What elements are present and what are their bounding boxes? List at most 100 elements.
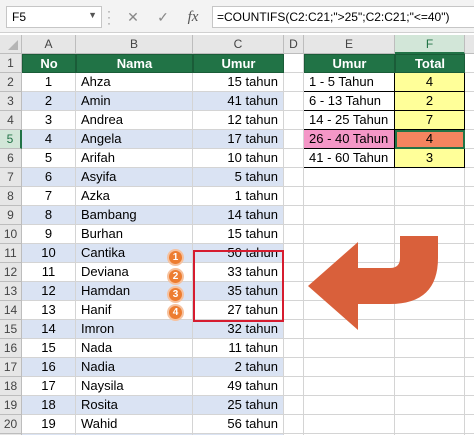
row-header-5[interactable]: 5 xyxy=(0,130,22,149)
cell-empty[interactable] xyxy=(284,168,304,187)
row-header-10[interactable]: 10 xyxy=(0,225,22,244)
header-umur[interactable]: Umur xyxy=(193,54,284,73)
cell-umur[interactable]: 11 tahun xyxy=(193,339,284,358)
cell-no[interactable]: 16 xyxy=(22,358,76,377)
column-header-a[interactable]: A xyxy=(22,35,76,54)
cell-no[interactable]: 18 xyxy=(22,396,76,415)
cell-empty[interactable] xyxy=(465,149,474,168)
cell-empty[interactable] xyxy=(465,130,474,149)
cell-nama[interactable]: Wahid xyxy=(76,415,193,434)
formula-input[interactable]: =COUNTIFS(C2:C21;">25";C2:C21;"<=40") xyxy=(212,6,474,28)
summary-cell-total[interactable]: 4 xyxy=(395,130,465,149)
summary-cell-range[interactable]: 6 - 13 Tahun xyxy=(304,92,395,111)
cell-empty[interactable] xyxy=(395,358,465,377)
cell-empty[interactable] xyxy=(465,320,474,339)
row-header-6[interactable]: 6 xyxy=(0,149,22,168)
cell-no[interactable]: 3 xyxy=(22,111,76,130)
row-header-17[interactable]: 17 xyxy=(0,358,22,377)
cell-empty[interactable] xyxy=(284,206,304,225)
column-header-g-partial[interactable] xyxy=(465,35,474,54)
cell-no[interactable]: 6 xyxy=(22,168,76,187)
row-header-13[interactable]: 13 xyxy=(0,282,22,301)
summary-cell-total[interactable]: 4 xyxy=(395,73,465,92)
chevron-down-icon[interactable]: ▼ xyxy=(88,10,97,20)
cell-empty[interactable] xyxy=(304,377,395,396)
cell-no[interactable]: 19 xyxy=(22,415,76,434)
cell-empty[interactable] xyxy=(465,301,474,320)
cell-empty[interactable] xyxy=(465,244,474,263)
cell-empty[interactable] xyxy=(284,415,304,434)
cell-nama[interactable]: Naysila xyxy=(76,377,193,396)
column-header-e[interactable]: E xyxy=(304,35,395,54)
cell-empty[interactable] xyxy=(395,415,465,434)
cell-empty[interactable] xyxy=(304,339,395,358)
row-header-9[interactable]: 9 xyxy=(0,206,22,225)
summary-cell-range[interactable]: 1 - 5 Tahun xyxy=(304,73,395,92)
fx-icon[interactable]: fx xyxy=(182,6,204,28)
row-header-11[interactable]: 11 xyxy=(0,244,22,263)
summary-header-umur[interactable]: Umur xyxy=(304,54,395,73)
cell-nama[interactable]: Asyifa xyxy=(76,168,193,187)
cell-empty[interactable] xyxy=(465,396,474,415)
cell-umur[interactable]: 12 tahun xyxy=(193,111,284,130)
cell-no[interactable]: 12 xyxy=(22,282,76,301)
cell-umur[interactable]: 15 tahun xyxy=(193,73,284,92)
row-header-3[interactable]: 3 xyxy=(0,92,22,111)
cell-umur[interactable]: 56 tahun xyxy=(193,415,284,434)
column-header-b[interactable]: B xyxy=(76,35,193,54)
row-header-15[interactable]: 15 xyxy=(0,320,22,339)
summary-cell-total[interactable]: 3 xyxy=(395,149,465,168)
summary-cell-range[interactable]: 14 - 25 Tahun xyxy=(304,111,395,130)
cell-empty[interactable] xyxy=(284,54,304,73)
cell-nama[interactable]: Nada xyxy=(76,339,193,358)
row-header-8[interactable]: 8 xyxy=(0,187,22,206)
cell-empty[interactable] xyxy=(284,111,304,130)
cell-no[interactable]: 2 xyxy=(22,92,76,111)
select-all-corner[interactable] xyxy=(0,35,22,54)
cell-umur[interactable]: 15 tahun xyxy=(193,225,284,244)
cell-no[interactable]: 9 xyxy=(22,225,76,244)
cell-empty[interactable] xyxy=(465,339,474,358)
cell-nama[interactable]: Rosita xyxy=(76,396,193,415)
cell-empty[interactable] xyxy=(465,263,474,282)
cell-nama[interactable]: Amin xyxy=(76,92,193,111)
cell-empty[interactable] xyxy=(284,396,304,415)
cell-empty[interactable] xyxy=(465,92,474,111)
cell-no[interactable]: 8 xyxy=(22,206,76,225)
cell-empty[interactable] xyxy=(465,111,474,130)
cell-no[interactable]: 5 xyxy=(22,149,76,168)
cell-no[interactable]: 4 xyxy=(22,130,76,149)
cell-no[interactable]: 13 xyxy=(22,301,76,320)
cell-nama[interactable]: Bambang xyxy=(76,206,193,225)
cell-empty[interactable] xyxy=(465,168,474,187)
cell-empty[interactable] xyxy=(304,396,395,415)
cell-nama[interactable]: Arifah xyxy=(76,149,193,168)
cell-empty[interactable] xyxy=(465,206,474,225)
cell-empty[interactable] xyxy=(465,54,474,73)
cell-empty[interactable] xyxy=(465,225,474,244)
cell-umur[interactable]: 2 tahun xyxy=(193,358,284,377)
cell-empty[interactable] xyxy=(395,206,465,225)
cell-nama[interactable]: Imron xyxy=(76,320,193,339)
cell-empty[interactable] xyxy=(465,415,474,434)
cell-empty[interactable] xyxy=(284,377,304,396)
cell-nama[interactable]: Nadia xyxy=(76,358,193,377)
row-header-2[interactable]: 2 xyxy=(0,73,22,92)
cell-nama[interactable]: Andrea xyxy=(76,111,193,130)
cell-empty[interactable] xyxy=(465,282,474,301)
cell-empty[interactable] xyxy=(465,358,474,377)
cell-no[interactable]: 17 xyxy=(22,377,76,396)
summary-cell-total[interactable]: 7 xyxy=(395,111,465,130)
summary-header-total[interactable]: Total xyxy=(395,54,465,73)
cell-umur[interactable]: 49 tahun xyxy=(193,377,284,396)
row-header-7[interactable]: 7 xyxy=(0,168,22,187)
cell-empty[interactable] xyxy=(284,92,304,111)
cell-umur[interactable]: 1 tahun xyxy=(193,187,284,206)
cell-empty[interactable] xyxy=(284,73,304,92)
row-header-20[interactable]: 20 xyxy=(0,415,22,434)
row-header-4[interactable]: 4 xyxy=(0,111,22,130)
column-header-c[interactable]: C xyxy=(193,35,284,54)
cell-nama[interactable]: Burhan xyxy=(76,225,193,244)
summary-cell-range[interactable]: 26 - 40 Tahun xyxy=(304,130,395,149)
check-icon[interactable]: ✓ xyxy=(152,6,174,28)
